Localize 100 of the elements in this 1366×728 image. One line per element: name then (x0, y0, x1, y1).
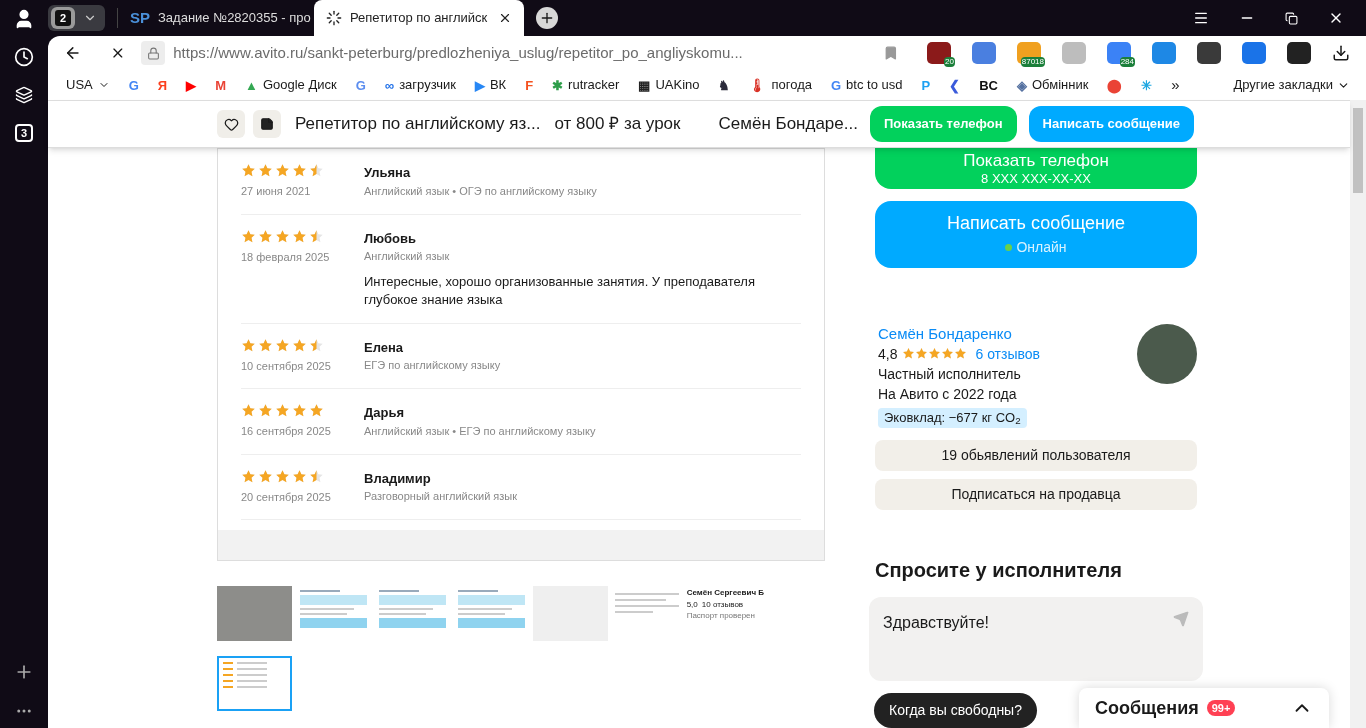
new-tab-button[interactable] (536, 7, 558, 29)
bookmark-icon[interactable] (883, 45, 899, 61)
star-icon (275, 337, 290, 353)
star-icon (241, 163, 256, 178)
bookmark-glyph: G (831, 78, 842, 92)
menu-icon[interactable] (1193, 10, 1209, 26)
seller-since: На Авито с 2022 года (878, 384, 1018, 404)
message-field[interactable]: Здравствуйте! (869, 597, 1203, 681)
collections-icon[interactable] (15, 86, 33, 104)
restore-icon[interactable] (1285, 11, 1298, 25)
star-icon (954, 347, 968, 361)
seller-name-link[interactable]: Семён Бондаренко (878, 323, 1041, 344)
review-subjects: Английский язык • ОГЭ по английскому языку (364, 183, 598, 199)
browser-tab[interactable]: SP Задание №2820355 - про (118, 0, 314, 36)
tab-group-button[interactable]: 2 (51, 7, 75, 29)
subscribe-button[interactable]: Подписаться на продавца (875, 478, 1197, 511)
star-icon (241, 337, 256, 353)
suggestion-chip[interactable]: Когда вы свободны? (874, 692, 1037, 728)
bookmark-item[interactable]: ▶ (186, 78, 197, 92)
user-listings-button[interactable]: 19 обьявлений пользователя (875, 439, 1197, 471)
bookmark-glyph: ∞ (384, 78, 395, 92)
bookmark-item[interactable]: ◈ Обмінник (1016, 75, 1089, 95)
listing-price: от 800 ₽ за урок (554, 113, 681, 136)
star-icon (941, 347, 955, 361)
star-icon (241, 468, 256, 484)
bookmark-item[interactable]: 🌡 погода (749, 75, 812, 95)
tabs-count-icon[interactable]: 3 (15, 124, 33, 142)
reviews-link[interactable]: 6 отзывов (975, 343, 1041, 364)
review-subjects: ЕГЭ по английскому языку (364, 358, 502, 373)
bookmark-item[interactable]: Я (157, 78, 168, 92)
download-icon[interactable] (1332, 44, 1350, 62)
bookmark-glyph: ▶ (474, 78, 485, 92)
listing-title: Репетитор по английскому яз... (295, 113, 541, 136)
star-icon (292, 468, 307, 484)
bookmark-label: rutracker (568, 76, 620, 95)
note-button[interactable] (253, 110, 281, 138)
messages-title: Сообщения (1095, 696, 1199, 720)
lock-icon (146, 46, 160, 60)
messages-widget[interactable]: Сообщения 99+ (1079, 688, 1329, 728)
bookmark-label: погода (771, 76, 812, 95)
thumbnail-rating: 5,0 (686, 601, 698, 609)
bookmark-label: USA (66, 76, 93, 95)
eco-badge: Эковклад: −677 кг CO$_{2}$ (878, 407, 1027, 428)
thumbnail-name: Семён Сергеевич Б (686, 589, 764, 597)
star-icon (292, 403, 307, 418)
bookmark-item[interactable]: ⬤ (1107, 78, 1123, 92)
review-subjects: Английский язык • ЕГЭ по английскому языку (364, 423, 597, 439)
more-bookmarks-button[interactable]: » (1171, 73, 1180, 97)
star-icon (241, 403, 256, 418)
close-icon[interactable] (498, 11, 512, 25)
bookmark-glyph: ✱ (552, 78, 564, 92)
bookmark-glyph: 🌡 (749, 78, 767, 92)
bookmark-item[interactable]: ∞ загрузчик (384, 75, 456, 95)
bookmark-item[interactable]: BC (979, 78, 998, 92)
star-icon (258, 228, 273, 244)
bookmark-label: ВК (489, 76, 507, 95)
back-icon[interactable] (64, 44, 82, 62)
bookmark-item[interactable]: ▶ ВК (474, 75, 507, 95)
reviews-thumbnail[interactable] (217, 656, 292, 711)
review-date: 18 февраля 2025 (241, 249, 331, 265)
tab-title: Задание №2820355 - про (158, 9, 311, 28)
bookmark-item[interactable]: G (128, 78, 139, 92)
bookmark-item[interactable]: ❮ (949, 78, 961, 92)
history-icon[interactable] (14, 47, 34, 67)
thumbnail-reviews: 10 отзывов (701, 601, 744, 609)
star-icon (275, 163, 290, 178)
review-text: Интересные, хорошо организованные занятия. У преподавателя глубокое знание языка (364, 272, 756, 309)
seller-type: Частный исполнитель (878, 364, 1022, 384)
photo-thumbnail[interactable] (217, 586, 292, 641)
star-icon (258, 403, 273, 418)
url-field[interactable]: https://www.avito.ru/sankt-peterburg/predlozheniya_uslug/repetitor_po_angliyskomu... (173, 41, 743, 65)
bookmark-glyph: ▲ (245, 78, 258, 92)
reviewer-name: Елена (364, 338, 405, 357)
extension-badge: 284 (1119, 57, 1135, 67)
review-date: 10 сентября 2025 (241, 358, 332, 374)
seller-rating: 4,8 (878, 344, 898, 364)
review-date: 20 сентября 2025 (241, 489, 332, 505)
bookmark-glyph: ▦ (638, 78, 651, 92)
reviewer-name: Дарья (364, 404, 405, 422)
star-icon (275, 468, 290, 484)
bookmark-item[interactable]: ▦ UAKino (638, 75, 700, 95)
scrollbar-thumb[interactable] (1353, 108, 1363, 193)
bookmark-item[interactable]: USA (66, 75, 110, 95)
browser-tab[interactable]: Репетитор по английск (314, 0, 524, 36)
thumbnail-note: Паспорт проверен (686, 612, 756, 620)
favorite-button[interactable] (217, 110, 245, 138)
other-bookmarks-button[interactable]: Другие закладки (1233, 75, 1350, 95)
bookmark-item[interactable]: M (215, 78, 227, 92)
tab-favicon: SP (130, 7, 150, 28)
bookmark-item[interactable]: ♞ (718, 78, 731, 92)
bookmark-item[interactable]: ✱ rutracker (552, 75, 620, 95)
star-icon (928, 347, 942, 361)
extension-icon[interactable] (1197, 42, 1221, 64)
bookmark-item[interactable]: G btc to usd (831, 75, 903, 95)
extension-icon[interactable] (1287, 42, 1311, 64)
seller-name: Семён Бондаре... (718, 113, 858, 136)
bookmark-label: Обмінник (1031, 76, 1089, 95)
bookmark-item[interactable]: ▲ Google Диск (245, 75, 337, 95)
reviewer-name: Владимир (364, 469, 432, 488)
star-icon (902, 347, 916, 361)
